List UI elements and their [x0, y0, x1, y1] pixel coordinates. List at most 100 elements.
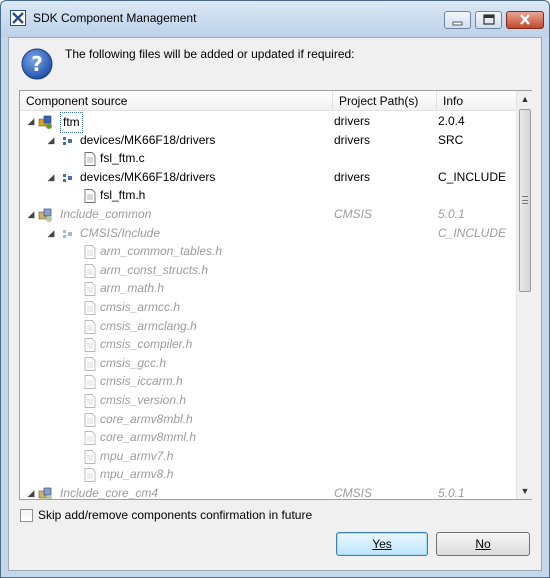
- tree-row[interactable]: cmsis_version.h: [20, 391, 516, 410]
- file-icon: [82, 281, 98, 297]
- yes-button-label: Yes: [372, 537, 392, 551]
- expand-triangle-icon[interactable]: ◢: [46, 131, 56, 150]
- file-icon: [82, 412, 98, 428]
- tree-row[interactable]: ◢ CMSIS/Include C_INCLUDE: [20, 224, 516, 243]
- tree-row[interactable]: cmsis_iccarm.h: [20, 372, 516, 391]
- question-icon: ?: [21, 48, 53, 80]
- tree-row-name: cmsis_armclang.h: [100, 318, 197, 333]
- tree-row-name: mpu_armv7.h: [100, 448, 174, 463]
- tree-row[interactable]: arm_const_structs.h: [20, 261, 516, 280]
- title-bar[interactable]: SDK Component Management: [1, 1, 549, 37]
- tree-row-name: arm_math.h: [100, 281, 165, 296]
- tree-row-project-path: drivers: [334, 132, 371, 147]
- component-icon: [38, 114, 54, 130]
- tree-row[interactable]: ◢ Include_common CMSIS 5.0.1: [20, 205, 516, 224]
- tree-row[interactable]: mpu_armv8.h: [20, 465, 516, 484]
- tree-row-name: fsl_ftm.c: [100, 151, 145, 166]
- component-icon: [38, 207, 54, 223]
- expand-triangle-icon[interactable]: ◢: [46, 224, 56, 243]
- tree-row-name: devices/MK66F18/drivers: [80, 132, 216, 147]
- tree-row-name: cmsis_compiler.h: [100, 337, 193, 352]
- tree-row[interactable]: ◢ devices/MK66F18/drivers drivers SRC: [20, 131, 516, 150]
- tree-row[interactable]: ◢ Include_core_cm4 CMSIS 5.0.1: [20, 484, 516, 499]
- scroll-down-arrow-icon[interactable]: ▼: [517, 483, 533, 499]
- folder-group-icon: [60, 170, 76, 186]
- tree-row-project-path: CMSIS: [334, 485, 373, 499]
- file-icon: [82, 393, 98, 409]
- dialog-message: The following files will be added or upd…: [65, 47, 355, 61]
- dialog-window: SDK Component Management ? The following…: [0, 0, 550, 578]
- tree-row[interactable]: cmsis_armcc.h: [20, 298, 516, 317]
- tree-row[interactable]: fsl_ftm.h: [20, 186, 516, 205]
- column-header-info[interactable]: Info: [437, 91, 516, 111]
- tree-row[interactable]: mpu_armv7.h: [20, 447, 516, 466]
- tree-row[interactable]: ◢ ftm drivers 2.0.4: [20, 112, 516, 133]
- folder-group-icon: [60, 133, 76, 149]
- skip-confirmation-checkbox[interactable]: [20, 509, 33, 522]
- tree-row-info: 5.0.1: [438, 206, 465, 221]
- tree-row-name: cmsis_armcc.h: [100, 299, 181, 314]
- tree-row[interactable]: cmsis_compiler.h: [20, 335, 516, 354]
- tree-rows: ◢ ftm drivers 2.0.4 ◢ devices/MK66F18/drivers…: [20, 112, 516, 499]
- table-header: Component source Project Path(s) Info: [20, 91, 516, 111]
- close-window-button[interactable]: [506, 11, 544, 29]
- tree-row-info: 2.0.4: [438, 114, 465, 128]
- tree-row-project-path: drivers: [334, 114, 371, 128]
- vertical-scrollbar[interactable]: ▲ ▼: [516, 91, 532, 499]
- yes-button[interactable]: Yes: [336, 532, 428, 556]
- tree-row-name: arm_common_tables.h: [100, 244, 223, 259]
- sdk-app-icon: [10, 10, 26, 26]
- tree-row-name: arm_const_structs.h: [100, 262, 209, 277]
- file-icon: [82, 244, 98, 260]
- expand-triangle-icon[interactable]: ◢: [26, 112, 36, 131]
- tree-row[interactable]: core_armv8mbl.h: [20, 410, 516, 429]
- tree-row-name: cmsis_version.h: [100, 392, 187, 407]
- file-icon: [82, 430, 98, 446]
- tree-row-name: devices/MK66F18/drivers: [80, 169, 216, 184]
- tree-row[interactable]: fsl_ftm.c: [20, 149, 516, 168]
- no-button-label: No: [475, 537, 491, 551]
- expand-triangle-icon[interactable]: ◢: [46, 168, 56, 187]
- component-tree-table: Component source Project Path(s) Info ◢ f…: [19, 90, 532, 500]
- file-icon: [82, 188, 98, 204]
- tree-row-info: C_INCLUDE: [438, 225, 507, 240]
- tree-row[interactable]: arm_common_tables.h: [20, 242, 516, 261]
- scroll-up-arrow-icon[interactable]: ▲: [517, 91, 533, 107]
- window-title: SDK Component Management: [33, 11, 197, 25]
- dialog-client-area: ? The following files will be added or u…: [8, 37, 542, 571]
- file-icon: [82, 449, 98, 465]
- tree-row-name: Include_common: [60, 206, 152, 221]
- tree-row-name: core_armv8mbl.h: [100, 411, 193, 426]
- tree-row[interactable]: arm_math.h: [20, 279, 516, 298]
- tree-row-name: mpu_armv8.h: [100, 467, 174, 482]
- file-icon: [82, 319, 98, 335]
- file-icon: [82, 337, 98, 353]
- no-button[interactable]: No: [436, 532, 530, 556]
- component-icon: [38, 486, 54, 499]
- file-icon: [82, 467, 98, 483]
- scrollbar-thumb[interactable]: [519, 109, 531, 292]
- tree-row-name: fsl_ftm.h: [100, 188, 146, 203]
- tree-row[interactable]: cmsis_gcc.h: [20, 354, 516, 373]
- tree-row[interactable]: ◢ devices/MK66F18/drivers drivers C_INCLUDE: [20, 168, 516, 187]
- tree-row-project-path: CMSIS: [334, 206, 373, 221]
- minimize-button[interactable]: [444, 11, 471, 29]
- tree-row-info: SRC: [438, 132, 464, 147]
- grip-icon: [522, 196, 528, 204]
- expand-triangle-icon[interactable]: ◢: [26, 484, 36, 499]
- tree-row-info: C_INCLUDE: [438, 169, 507, 184]
- skip-confirmation-label[interactable]: Skip add/remove components confirmation …: [38, 508, 312, 522]
- tree-row-name: CMSIS/Include: [80, 225, 161, 240]
- tree-row-name: ftm: [60, 112, 83, 133]
- expand-triangle-icon[interactable]: ◢: [26, 205, 36, 224]
- tree-row[interactable]: core_armv8mml.h: [20, 428, 516, 447]
- tree-row-project-path: drivers: [334, 169, 371, 184]
- file-icon: [82, 374, 98, 390]
- file-icon: [82, 300, 98, 316]
- tree-row[interactable]: cmsis_armclang.h: [20, 317, 516, 336]
- svg-text:?: ?: [31, 52, 43, 76]
- column-header-project-paths[interactable]: Project Path(s): [333, 91, 437, 111]
- file-icon: [82, 356, 98, 372]
- column-header-component-source[interactable]: Component source: [20, 91, 333, 111]
- maximize-button[interactable]: [475, 11, 502, 29]
